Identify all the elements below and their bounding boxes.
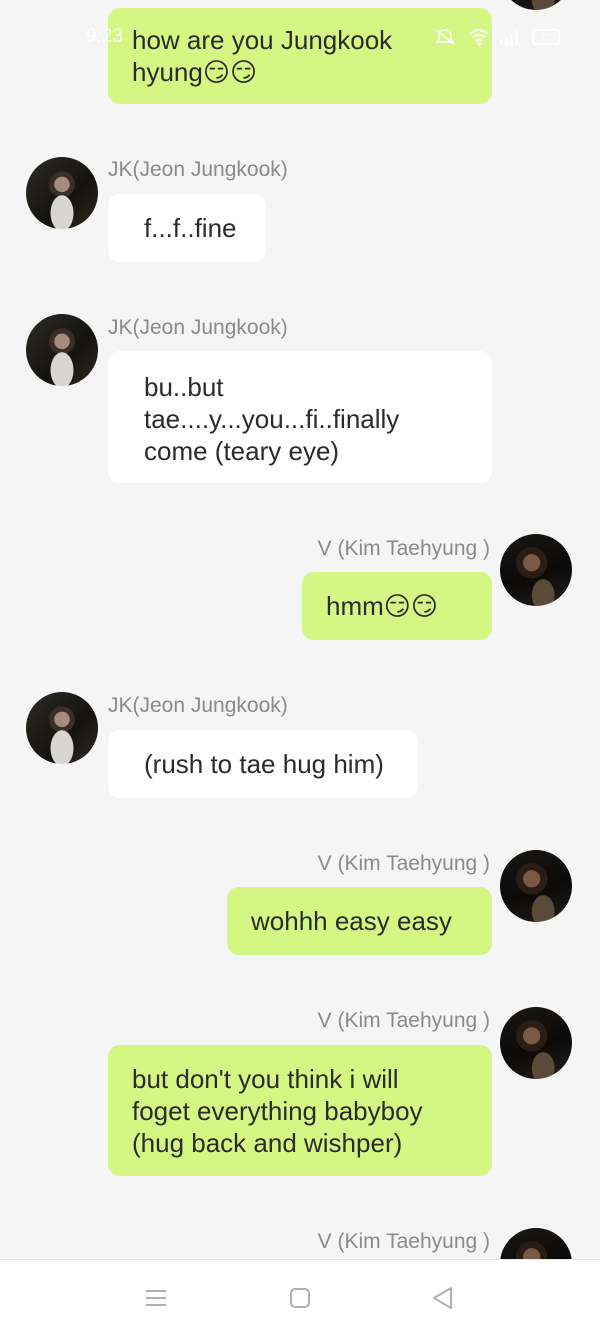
sender-name: JK(Jeon Jungkook) [108,316,288,339]
avatar-jk[interactable] [26,157,98,229]
avatar-jk[interactable] [26,314,98,386]
message-line: wohhh easy easy [251,906,452,936]
message-line: hmm😏😏 [326,591,438,621]
menu-icon[interactable] [142,1284,170,1312]
avatar-v[interactable] [500,850,572,922]
message-bubble-outgoing[interactable]: wohhh easy easy [227,887,492,955]
message-bubble-incoming[interactable]: f...f..fine [108,194,266,262]
back-triangle-icon[interactable] [428,1284,456,1312]
avatar-v[interactable] [500,0,572,10]
home-square-icon[interactable] [286,1284,314,1312]
avatar-v[interactable] [500,1007,572,1079]
message-line: bu..but [144,372,224,402]
message-line: hyung😏😏 [132,57,258,87]
message-line: tae....y...you...fi..finally [144,404,400,434]
wifi-icon [468,28,490,46]
battery-icon: 77 [532,29,560,45]
message-line: (hug back and wishper) [132,1128,403,1158]
message-line: how are you Jungkook [132,25,393,55]
message-line: come (teary eye) [144,436,340,466]
message-line: but don't you think i will [132,1064,399,1094]
message-bubble-outgoing[interactable]: hmm😏😏 [302,572,492,640]
message-bubble-outgoing[interactable]: how are you Jungkook hyung😏😏 [108,8,492,104]
message-bubble-incoming[interactable]: (rush to tae hug him) [108,730,418,798]
sender-name: JK(Jeon Jungkook) [108,158,288,181]
mute-icon [432,28,458,46]
message-line: (rush to tae hug him) [144,749,384,779]
avatar-v[interactable] [500,534,572,606]
sender-name: V (Kim Taehyung ) [317,1230,490,1253]
message-line: foget everything babyboy [132,1096,423,1126]
status-icons: 77 [432,28,560,46]
navigation-bar [0,1259,600,1334]
avatar-jk[interactable] [26,692,98,764]
sender-name: JK(Jeon Jungkook) [108,694,288,717]
sender-name: V (Kim Taehyung ) [317,852,490,875]
signal-icon [500,29,522,45]
sender-name: V (Kim Taehyung ) [317,537,490,560]
message-line: f...f..fine [144,213,237,243]
sender-name: V (Kim Taehyung ) [317,1009,490,1032]
message-bubble-outgoing[interactable]: but don't you think i will foget everyth… [108,1045,492,1176]
status-time: 9:23 [86,26,123,47]
message-bubble-incoming[interactable]: bu..but tae....y...you...fi..finally com… [108,351,492,483]
